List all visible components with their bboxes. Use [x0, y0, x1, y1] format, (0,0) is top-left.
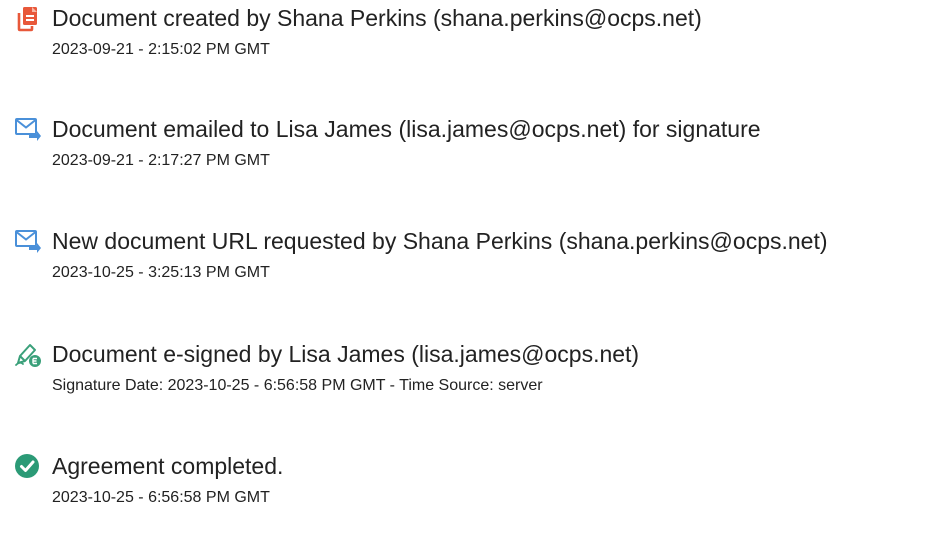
event-timestamp: 2023-10-25 - 6:56:58 PM GMT: [52, 489, 270, 506]
esign-pen-icon: [14, 340, 42, 368]
email-sent-icon: [14, 115, 42, 143]
event-timestamp: 2023-09-21 - 2:17:27 PM GMT: [52, 152, 270, 169]
event-title: Document e-signed by Lisa James (lisa.ja…: [52, 341, 640, 367]
audit-event-agreement-completed: Agreement completed. 2023-10-25 - 6:56:5…: [0, 451, 950, 531]
event-title: Document created by Shana Perkins (shana…: [52, 5, 702, 31]
audit-trail-list: Document created by Shana Perkins (shana…: [0, 0, 950, 535]
audit-event-url-requested: New document URL requested by Shana Perk…: [0, 226, 950, 306]
event-title: Agreement completed.: [52, 453, 284, 479]
event-title: New document URL requested by Shana Perk…: [52, 228, 828, 254]
audit-event-esigned: Document e-signed by Lisa James (lisa.ja…: [0, 339, 950, 419]
email-sent-icon: [14, 227, 42, 255]
event-signature-details: Signature Date: 2023-10-25 - 6:56:58 PM …: [52, 377, 543, 394]
event-timestamp: 2023-10-25 - 3:25:13 PM GMT: [52, 264, 270, 281]
checkmark-circle-icon: [14, 452, 42, 480]
event-timestamp: 2023-09-21 - 2:15:02 PM GMT: [52, 41, 270, 58]
document-created-icon: [14, 4, 42, 32]
event-title: Document emailed to Lisa James (lisa.jam…: [52, 116, 761, 142]
audit-event-document-created: Document created by Shana Perkins (shana…: [0, 3, 950, 83]
audit-event-document-emailed: Document emailed to Lisa James (lisa.jam…: [0, 114, 950, 194]
